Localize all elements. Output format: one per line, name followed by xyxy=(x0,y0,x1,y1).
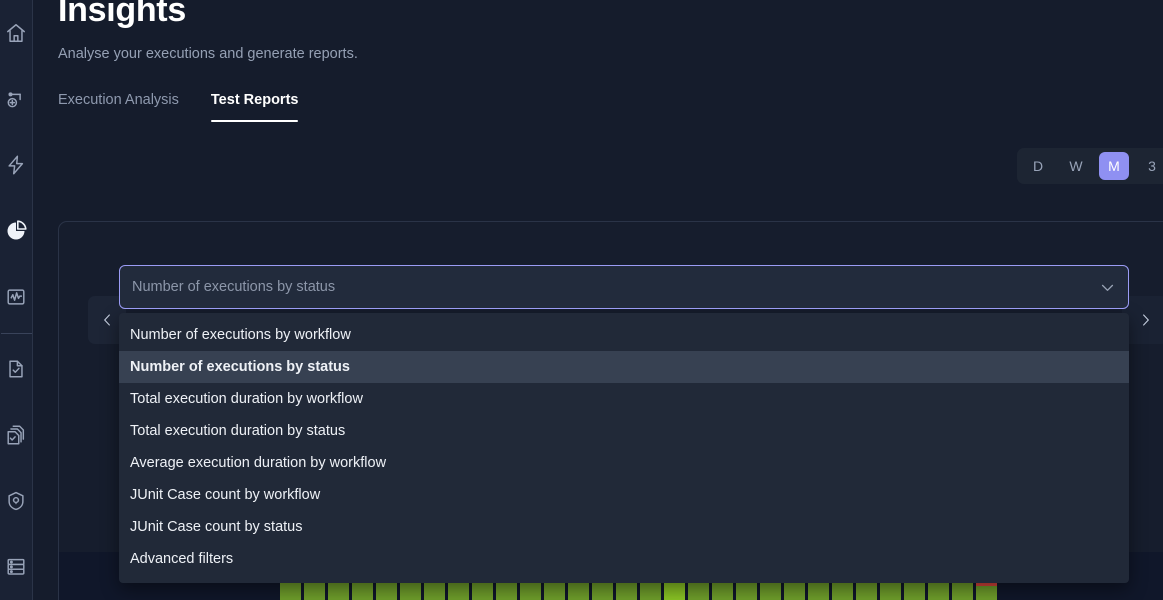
period-button-week[interactable]: W xyxy=(1061,152,1091,180)
period-button-quarter[interactable]: 3 xyxy=(1137,152,1163,180)
sidebar-item-test-suites[interactable] xyxy=(0,402,33,468)
main-content: Insights Analyse your executions and gen… xyxy=(33,0,1163,600)
page-title: Insights xyxy=(58,0,186,29)
dropdown-option[interactable]: Number of executions by workflow xyxy=(119,319,1129,351)
period-button-day[interactable]: D xyxy=(1023,152,1053,180)
insights-icon xyxy=(4,219,28,243)
page-subtitle: Analyse your executions and generate rep… xyxy=(58,46,358,62)
dropdown-option[interactable]: Number of executions by status xyxy=(119,351,1129,383)
test-definition-icon xyxy=(5,358,27,380)
data-store-icon xyxy=(5,556,27,578)
metric-select-placeholder: Number of executions by status xyxy=(132,279,336,295)
sidebar-item-home[interactable] xyxy=(0,0,33,66)
dropdown-option[interactable]: Total execution duration by status xyxy=(119,415,1129,447)
metric-select[interactable]: Number of executions by status xyxy=(119,265,1129,309)
workflow-add-icon xyxy=(5,88,27,110)
chevron-left-icon xyxy=(103,314,110,326)
sidebar-item-data-store[interactable] xyxy=(0,534,33,600)
sidebar-divider xyxy=(0,332,32,334)
sidebar-item-test-definition[interactable] xyxy=(0,336,33,402)
period-toggle: D W M 3 xyxy=(1017,148,1163,184)
sidebar xyxy=(0,0,33,600)
sidebar-item-security[interactable] xyxy=(0,468,33,534)
dropdown-option[interactable]: JUnit Case count by status xyxy=(119,511,1129,543)
monitoring-icon xyxy=(5,286,27,308)
tab-execution-analysis[interactable]: Execution Analysis xyxy=(58,92,179,122)
home-icon xyxy=(5,22,27,44)
tab-test-reports[interactable]: Test Reports xyxy=(210,92,298,122)
executions-icon xyxy=(5,154,27,176)
security-icon xyxy=(5,490,27,512)
sidebar-item-monitoring[interactable] xyxy=(0,264,33,330)
dropdown-option[interactable]: Advanced filters xyxy=(119,543,1129,575)
period-button-month[interactable]: M xyxy=(1099,152,1129,180)
tab-bar: Execution Analysis Test Reports xyxy=(58,92,298,122)
sidebar-item-insights[interactable] xyxy=(0,198,33,264)
sidebar-item-add-workflow[interactable] xyxy=(0,66,33,132)
sidebar-item-executions[interactable] xyxy=(0,132,33,198)
metric-dropdown-list: Number of executions by workflow Number o… xyxy=(119,313,1129,583)
dropdown-option[interactable]: Average execution duration by workflow xyxy=(119,447,1129,479)
dropdown-option[interactable]: JUnit Case count by workflow xyxy=(119,479,1129,511)
chevron-right-icon xyxy=(1142,314,1149,326)
test-suites-icon xyxy=(5,424,27,446)
chevron-down-icon[interactable] xyxy=(1099,279,1116,296)
dropdown-option[interactable]: Total execution duration by workflow xyxy=(119,383,1129,415)
